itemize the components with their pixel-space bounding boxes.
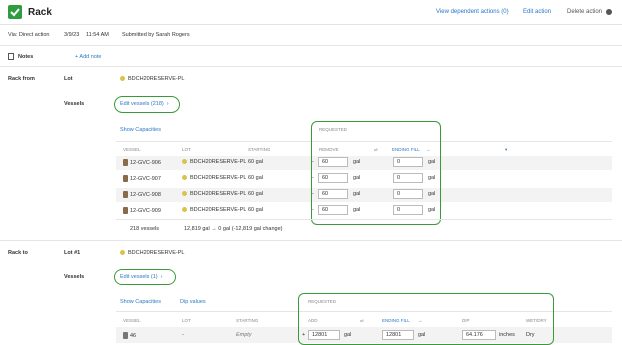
- lot-dot-icon: [120, 250, 125, 256]
- notes-label: Notes: [18, 54, 34, 60]
- vessel-cell[interactable]: 12-GVC-906: [123, 159, 161, 166]
- barrel-icon: [123, 175, 128, 182]
- summary-vessel-count: 218 vessels: [130, 226, 160, 232]
- note-icon: [8, 53, 14, 60]
- lot-cell: BDCH20RESERVE-PL: [182, 207, 246, 213]
- rack-from-label: Rack from: [8, 76, 35, 82]
- lot-dot-icon: [182, 191, 187, 197]
- col-lot[interactable]: LOT: [182, 318, 191, 323]
- lot-cell: BDCH20RESERVE-PL: [182, 191, 246, 197]
- barrel-icon: [123, 159, 128, 166]
- dip-values-link[interactable]: Dip values: [180, 299, 206, 305]
- vessels-label: Vessels: [64, 101, 85, 107]
- sort-caret-icon[interactable]: ▾: [505, 147, 507, 153]
- lot-cell: -: [182, 332, 184, 338]
- lot-label: Lot #1: [64, 250, 81, 256]
- divider: [0, 66, 622, 67]
- page-title: Rack: [28, 7, 52, 18]
- vessel-cell[interactable]: 12-GVC-909: [123, 207, 161, 214]
- lot-cell: BDCH20RESERVE-PL: [182, 159, 246, 165]
- view-dependent-actions-link[interactable]: View dependent actions (0): [436, 9, 509, 15]
- lot-value: BDCH20RESERVE-PL: [120, 250, 184, 256]
- check-icon: [8, 5, 22, 19]
- show-capacities-link[interactable]: Show Capacities: [120, 299, 161, 305]
- via-text: Via: Direct action: [8, 32, 50, 38]
- lot-dot-icon: [182, 159, 187, 165]
- starting-cell: 60 gal: [248, 191, 263, 197]
- divider: [0, 240, 622, 241]
- barrel-icon: [123, 207, 128, 214]
- col-vessel[interactable]: VESSEL: [123, 147, 141, 152]
- edit-vessels-link[interactable]: Edit vessels (218) ›: [120, 101, 169, 107]
- vessel-cell[interactable]: 12-GVC-907: [123, 175, 161, 182]
- show-capacities-link[interactable]: Show Capacities: [120, 127, 161, 133]
- lot-label: Lot: [64, 76, 73, 82]
- lot-dot-icon: [182, 207, 187, 213]
- requested-callout: [298, 293, 554, 345]
- starting-cell: Empty: [236, 332, 252, 338]
- lot-cell: BDCH20RESERVE-PL: [182, 175, 246, 181]
- add-note-link[interactable]: + Add note: [75, 54, 101, 60]
- vessel-cell[interactable]: 12-GVC-908: [123, 191, 161, 198]
- divider: [0, 45, 622, 46]
- vessel-cell[interactable]: 46: [123, 332, 136, 339]
- tank-icon: [123, 332, 128, 339]
- col-vessel[interactable]: VESSEL: [123, 318, 141, 323]
- requested-callout: [311, 121, 441, 225]
- divider: [116, 219, 612, 220]
- edit-vessels-link[interactable]: Edit vessels (1) ›: [120, 274, 163, 280]
- date-text: 3/9/23: [64, 32, 80, 38]
- starting-cell: 60 gal: [248, 159, 263, 165]
- lot-value: BDCH20RESERVE-PL: [120, 76, 184, 82]
- col-lot[interactable]: LOT: [182, 147, 191, 152]
- barrel-icon: [123, 191, 128, 198]
- starting-cell: 60 gal: [248, 207, 263, 213]
- col-starting[interactable]: STARTING: [248, 147, 270, 152]
- edit-action-link[interactable]: Edit action: [523, 9, 551, 15]
- time-text: 11:54 AM: [86, 32, 109, 38]
- lot-dot-icon: [120, 76, 125, 82]
- summary-volume-change: 12,819 gal → 0 gal (-12,819 gal change): [184, 226, 283, 232]
- starting-cell: 60 gal: [248, 175, 263, 181]
- vessels-label: Vessels: [64, 274, 85, 280]
- submitted-text: Submitted by Sarah Rogers: [122, 32, 190, 38]
- rack-to-label: Rack to: [8, 250, 28, 256]
- delete-action-link[interactable]: Delete action: [567, 9, 602, 15]
- delete-icon[interactable]: [606, 9, 612, 15]
- col-starting[interactable]: STARTING: [236, 318, 258, 323]
- lot-dot-icon: [182, 175, 187, 181]
